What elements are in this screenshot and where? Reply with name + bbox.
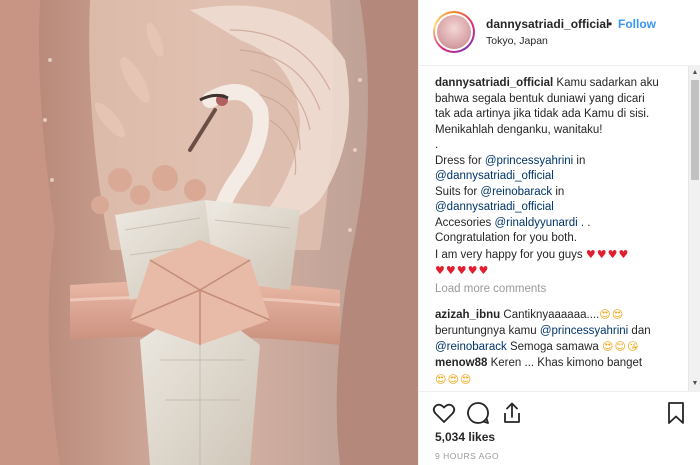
share-upload-icon[interactable] bbox=[499, 400, 525, 426]
caption-text: Suits for bbox=[435, 185, 481, 198]
mention-link[interactable]: @reinobarack bbox=[435, 341, 507, 353]
caption-text: tak ada artinya jika tidak ada Kamu di s… bbox=[435, 108, 650, 120]
location-link[interactable]: Tokyo, Japan bbox=[486, 35, 548, 47]
instagram-post: dannysatriadi_official • Follow Tokyo, J… bbox=[0, 0, 700, 465]
comment-text: Keren ... Khas kimono banget bbox=[487, 357, 643, 369]
follow-button[interactable]: Follow bbox=[618, 17, 656, 31]
heart-emoji: ♥♥♥♥♥ bbox=[435, 264, 490, 277]
load-more-comments-button[interactable]: Load more comments bbox=[435, 283, 546, 295]
comment-text: Semoga samawa bbox=[506, 341, 603, 353]
mention-link[interactable]: @princessyahrini bbox=[540, 325, 628, 337]
mention-link[interactable]: @dannysatriadi_official bbox=[435, 201, 554, 213]
emoji: 😍😍😍 bbox=[435, 372, 473, 386]
caption-text: Menikahlah denganku, wanitaku! bbox=[435, 123, 603, 136]
caption-text: Dress for bbox=[435, 154, 485, 167]
header-username[interactable]: dannysatriadi_official bbox=[486, 17, 609, 31]
comment-item: menow88 Keren ... Khas kimono banget 😍😍😍 bbox=[435, 356, 685, 388]
likes-count[interactable]: 5,034 likes bbox=[435, 430, 495, 444]
caption-text: . bbox=[435, 139, 439, 151]
comment-text: dan bbox=[628, 324, 651, 337]
avatar-image bbox=[437, 15, 471, 49]
mention-link[interactable]: @rinaldyyunardi bbox=[494, 217, 577, 229]
post-side-panel: dannysatriadi_official • Follow Tokyo, J… bbox=[418, 0, 700, 465]
comment-text: Cantiknyaaaaaa.... bbox=[500, 309, 600, 321]
emoji: 😍😊😘 bbox=[602, 340, 640, 353]
heart-outline-icon[interactable] bbox=[431, 400, 457, 426]
comment-username[interactable]: menow88 bbox=[435, 357, 487, 369]
scroll-up-arrow-icon[interactable]: ▲ bbox=[689, 68, 700, 78]
comment-username[interactable]: azizah_ibnu bbox=[435, 309, 500, 321]
comment-item: azizah_ibnu Cantiknyaaaaaa....😍😍 beruntu… bbox=[435, 307, 685, 356]
avatar[interactable] bbox=[433, 11, 475, 53]
scroll-down-arrow-icon[interactable]: ▼ bbox=[689, 379, 700, 389]
mention-link[interactable]: @reinobarack bbox=[480, 186, 552, 198]
heart-emoji: ♥♥♥♥ bbox=[585, 247, 630, 261]
caption-text: Accesories bbox=[435, 216, 495, 229]
action-bar bbox=[419, 391, 700, 431]
comment-bubble-icon[interactable] bbox=[465, 400, 491, 426]
header-separator: • bbox=[608, 17, 613, 31]
caption-text: bahwa segala bentuk duniawi yang dicari bbox=[435, 92, 645, 105]
caption-text: . . bbox=[577, 216, 591, 229]
bookmark-icon[interactable] bbox=[663, 400, 689, 426]
comment-text: beruntungnya kamu bbox=[435, 324, 540, 337]
caption-text: Kamu sadarkan aku bbox=[553, 77, 659, 89]
caption-text: in bbox=[573, 154, 586, 167]
post-photo[interactable] bbox=[0, 0, 418, 465]
post-timestamp: 9 HOURS AGO bbox=[435, 451, 500, 461]
emoji: 😍😍 bbox=[599, 308, 625, 321]
caption: dannysatriadi_official Kamu sadarkan aku… bbox=[435, 76, 685, 280]
comments-area[interactable]: dannysatriadi_official Kamu sadarkan aku… bbox=[419, 66, 700, 391]
post-header: dannysatriadi_official • Follow Tokyo, J… bbox=[419, 0, 700, 66]
caption-text: Congratulation for you both. bbox=[435, 232, 577, 244]
mention-link[interactable]: @princessyahrini bbox=[485, 155, 573, 167]
caption-text: in bbox=[552, 185, 565, 198]
scrollbar-thumb[interactable] bbox=[691, 80, 699, 180]
comments-scrollbar[interactable]: ▲ ▼ bbox=[688, 66, 700, 391]
caption-text: I am very happy for you guys bbox=[435, 248, 586, 261]
mention-link[interactable]: @dannysatriadi_official bbox=[435, 170, 554, 182]
caption-username[interactable]: dannysatriadi_official bbox=[435, 77, 553, 89]
kimono-dress-image bbox=[0, 0, 418, 465]
